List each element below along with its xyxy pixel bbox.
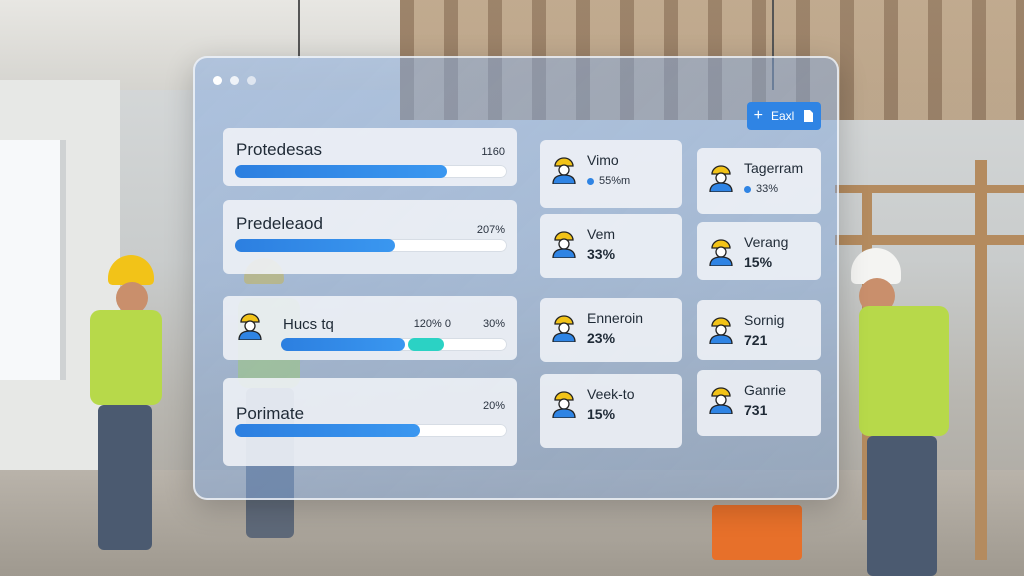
progress-bar — [235, 165, 507, 178]
worker-name: Enneroin — [587, 310, 644, 326]
worker-stat: 23% — [587, 330, 616, 346]
worker-left — [80, 250, 190, 560]
window — [0, 140, 66, 380]
progress-bar — [235, 424, 507, 437]
worker-name: Tagerram — [744, 160, 804, 176]
worker-card[interactable]: Vem 33% — [540, 214, 682, 278]
worker-stat: 15% — [587, 406, 616, 422]
worker-stat: 731 — [744, 402, 768, 418]
document-icon — [804, 110, 814, 122]
worker-card[interactable]: Vimo 55%m — [540, 140, 682, 208]
worker-stat: 33% — [587, 246, 616, 262]
progress-bar — [281, 338, 507, 351]
construction-worker-icon — [552, 315, 576, 342]
worker-card[interactable]: Veek-to 15% — [540, 374, 682, 448]
progress-label: Protedesas — [236, 140, 322, 159]
dashboard-panel: + Eaxl Protedesas 1160 Predeleaod 207% H… — [193, 56, 839, 500]
progress-card[interactable]: Hucs tq 120% 0 30% — [223, 296, 517, 360]
edit-button-label: Eaxl — [771, 109, 795, 123]
scaffold-plank — [835, 235, 1024, 245]
progress-bar — [235, 239, 507, 252]
worker-name: Vimo — [587, 152, 619, 168]
worker-card[interactable]: Verang 15% — [697, 222, 821, 280]
worker-name: Veek-to — [587, 386, 635, 402]
toolbox — [712, 505, 802, 560]
worker-card[interactable]: Enneroin 23% — [540, 298, 682, 362]
worker-card[interactable]: Ganrie 731 — [697, 370, 821, 436]
worker-card[interactable]: Sornig 721 — [697, 300, 821, 360]
construction-worker-icon — [709, 387, 733, 414]
progress-card[interactable]: Porimate 20% — [223, 378, 517, 466]
progress-card[interactable]: Protedesas 1160 — [223, 128, 517, 186]
worker-stat: 721 — [744, 332, 768, 348]
construction-worker-icon — [709, 317, 733, 344]
edit-button[interactable]: + Eaxl — [747, 102, 821, 130]
window-dot[interactable] — [213, 76, 222, 85]
construction-worker-icon — [709, 165, 733, 192]
worker-right — [845, 248, 985, 576]
progress-label: Porimate — [236, 404, 305, 423]
construction-worker-icon — [552, 231, 576, 258]
window-dot[interactable] — [247, 76, 256, 85]
hanging-cable — [298, 0, 300, 58]
worker-stat: 55%m — [587, 175, 630, 187]
worker-stat: 15% — [744, 254, 773, 270]
window-controls — [213, 76, 256, 85]
progress-extra: 120% 0 — [413, 318, 451, 330]
worker-name: Verang — [744, 234, 789, 250]
worker-card[interactable]: Tagerram 33% — [697, 148, 821, 214]
worker-name: Sornig — [744, 312, 785, 328]
progress-value: 207% — [476, 224, 505, 236]
construction-worker-icon — [238, 313, 262, 340]
worker-name: Vem — [587, 226, 616, 242]
progress-value: 20% — [482, 400, 505, 412]
construction-worker-icon — [709, 239, 733, 266]
progress-value: 30% — [482, 318, 505, 330]
worker-stat: 33% — [744, 183, 778, 195]
teal-segment — [407, 338, 444, 351]
progress-label: Predeleaod — [236, 214, 323, 233]
scaffold-plank — [835, 185, 1024, 193]
plus-icon: + — [753, 107, 763, 124]
progress-label: Hucs tq — [283, 316, 334, 333]
progress-value: 1160 — [481, 146, 505, 158]
worker-name: Ganrie — [744, 382, 787, 398]
construction-worker-icon — [552, 157, 576, 184]
construction-worker-icon — [552, 391, 576, 418]
window-dot[interactable] — [230, 76, 239, 85]
progress-card[interactable]: Predeleaod 207% — [223, 200, 517, 274]
